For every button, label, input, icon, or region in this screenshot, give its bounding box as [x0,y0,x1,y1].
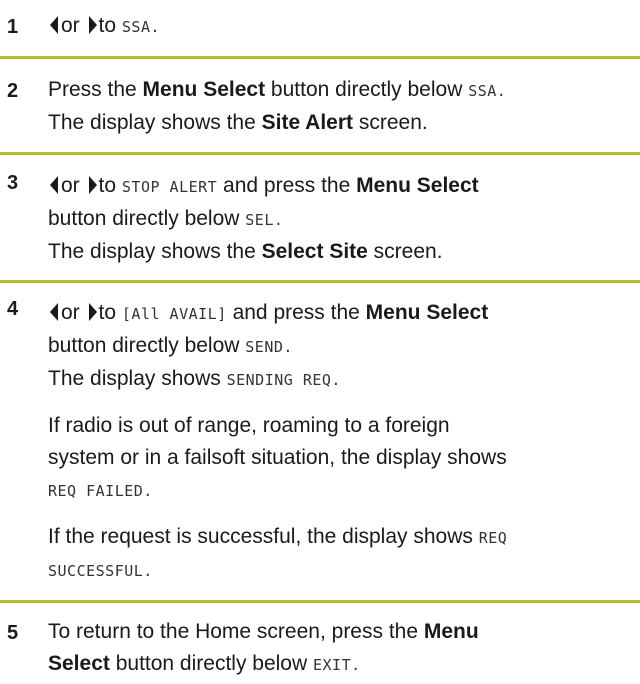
step-number: 4 [7,298,19,320]
screen-name: Select Site [261,240,368,263]
right-arrow-icon [88,16,97,34]
step-body: or to [All AVAIL] and press the Menu Sel… [48,297,636,587]
step-line: The display shows SENDING REQ. [48,363,636,396]
display-code: EXIT. [312,656,361,674]
step-body: To return to the Home screen, press the … [48,616,636,681]
step-text: system or in a failsoft situation, the d… [48,446,507,469]
step-line: To return to the Home screen, press the … [48,616,636,648]
step-number: 1 [7,16,19,38]
display-code: SEND. [245,338,293,356]
or-text: or [61,301,80,324]
note-paragraph: If the request is successful, the displa… [48,521,636,587]
step-text: The display shows the [48,111,262,134]
step-text: Press the [48,78,143,101]
note-paragraph: If radio is out of range, roaming to a f… [48,410,636,507]
menu-select-label: Menu [423,620,479,643]
step-body: or to SSA. [48,10,636,43]
step-text: screen. [367,240,443,263]
step-text: The display shows the [48,240,262,263]
menu-select-label: Select [48,652,110,675]
menu-select-label: Menu Select [356,174,479,197]
menu-select-label: Menu Select [365,301,489,324]
step-text: and press the [217,174,357,197]
step-line: The display shows the Select Site screen… [48,236,636,268]
step-text: screen. [353,111,428,134]
step-number: 3 [7,172,19,194]
step-text: and press the [226,301,366,324]
left-arrow-icon [50,16,59,34]
display-code: REQ FAILED. [48,482,153,500]
step-body: Press the Menu Select button directly be… [48,74,636,139]
step-line: Select button directly below EXIT. [48,648,636,681]
to-text: to [98,174,117,197]
divider-rule [0,600,640,603]
step-line: button directly below SEL. [48,203,636,236]
display-code: STOP ALERT [121,178,218,196]
step-line: Press the Menu Select button directly be… [48,74,636,107]
right-arrow-icon [88,176,97,194]
step-line: If the request is successful, the displa… [48,521,636,554]
step-line: The display shows the Site Alert screen. [48,107,636,139]
step-body: or to STOP ALERT and press the Menu Sele… [48,170,636,268]
step-text: To return to the Home screen, press the [48,620,424,643]
or-text: or [61,14,80,37]
step-text: The display shows [48,367,227,390]
screen-name: Site Alert [261,111,354,134]
to-text: to [98,301,117,324]
display-code: [All AVAIL] [121,305,227,323]
or-text: or [61,174,80,197]
step-text: button directly below [109,652,313,675]
step-text: If radio is out of range, roaming to a f… [48,414,450,437]
step-line: button directly below SEND. [48,330,636,363]
left-arrow-icon [50,176,59,194]
display-code: SUCCESSFUL. [48,562,153,580]
to-text: to [98,14,117,37]
display-code: SENDING REQ. [226,371,341,389]
display-code: SEL. [245,211,284,229]
divider-rule [0,152,640,155]
menu-select-label: Menu Select [142,78,266,101]
step-text: button directly below [48,207,246,230]
right-arrow-icon [88,303,97,321]
step-number: 2 [7,80,19,102]
step-text: button directly below [48,334,246,357]
step-line: SUCCESSFUL. [48,554,636,587]
display-code: SSA. [121,18,161,36]
divider-rule [0,56,640,59]
left-arrow-icon [50,303,59,321]
display-code: SSA. [468,82,507,100]
step-text: button directly below [265,78,469,101]
step-line: or to STOP ALERT and press the Menu Sele… [48,170,636,203]
step-number: 5 [7,622,19,644]
display-code: REQ [478,529,508,547]
step-line: or to [All AVAIL] and press the Menu Sel… [48,297,636,330]
step-text: If the request is successful, the displa… [48,525,479,548]
divider-rule [0,280,640,283]
step-line: or to SSA. [48,10,636,43]
step-line: REQ FAILED. [48,474,636,507]
